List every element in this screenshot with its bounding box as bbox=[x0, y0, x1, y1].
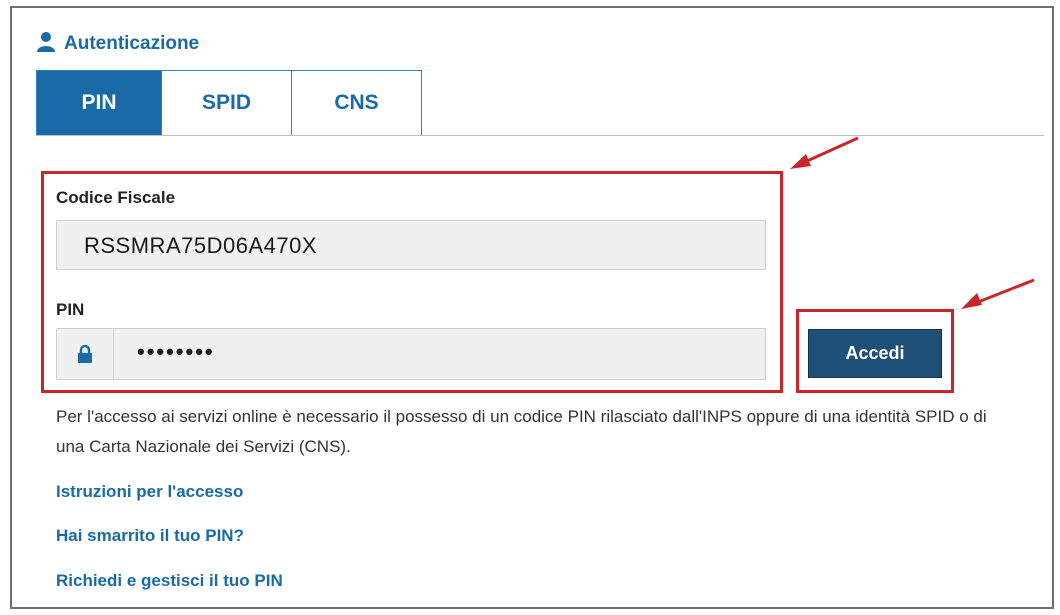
pin-input[interactable]: •••••••• bbox=[56, 328, 766, 380]
auth-header: Autenticazione bbox=[36, 30, 199, 58]
codice-fiscale-label: Codice Fiscale bbox=[56, 188, 176, 207]
auth-title: Autenticazione bbox=[64, 33, 200, 54]
pin-masked-value: •••••••• bbox=[137, 339, 215, 364]
tab-cns[interactable]: CNS bbox=[292, 70, 422, 136]
tab-spid[interactable]: SPID bbox=[162, 70, 292, 136]
richiedi-pin-link[interactable]: Richiedi e gestisci il tuo PIN bbox=[56, 571, 283, 591]
access-description: Per l'accesso ai servizi online è necess… bbox=[56, 407, 987, 456]
user-icon bbox=[36, 31, 56, 58]
codice-fiscale-value: RSSMRA75D06A470X bbox=[84, 233, 318, 258]
istruzioni-link[interactable]: Istruzioni per l'accesso bbox=[56, 482, 243, 502]
accedi-button[interactable]: Accedi bbox=[808, 329, 942, 378]
auth-tabs: PIN SPID CNS bbox=[36, 70, 422, 136]
lock-icon bbox=[57, 329, 114, 379]
pin-label: PIN bbox=[56, 300, 85, 319]
codice-fiscale-input[interactable]: RSSMRA75D06A470X bbox=[56, 220, 766, 270]
smarrito-pin-link[interactable]: Hai smarrito il tuo PIN? bbox=[56, 526, 244, 546]
tab-pin[interactable]: PIN bbox=[36, 70, 162, 136]
tab-divider bbox=[36, 135, 1044, 136]
